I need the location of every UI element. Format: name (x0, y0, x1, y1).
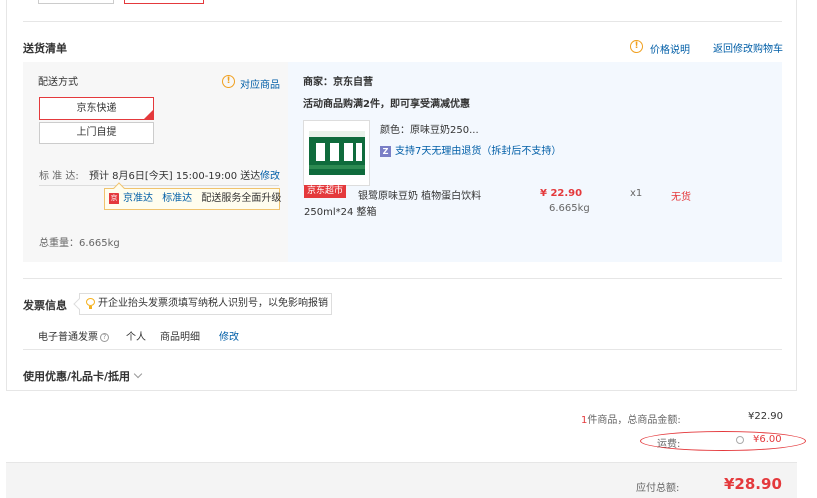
jd-supermarket-badge: 京东超市 (304, 185, 347, 198)
invoice-type: 电子普通发票? (38, 328, 109, 343)
jd-flag-icon: 京 (109, 192, 119, 204)
shipping-option-pickup[interactable]: 上门自提 (39, 122, 154, 144)
info-icon: ! (630, 40, 643, 53)
shipping-option-jd-express[interactable]: 京东快递 (39, 97, 154, 120)
return-policy-text: 支持7天无理由退货（拆封后不支持） (395, 146, 562, 157)
top-option-button[interactable] (38, 0, 114, 4)
delivery-upgrade-tip: 京京准达 标准达 配送服务全面升级 (104, 182, 282, 210)
coupon-toggle[interactable]: 使用优惠/礼品卡/抵用 (23, 368, 143, 384)
tip-brand-bzd[interactable]: 标准达 (162, 193, 192, 204)
eta-modify-link[interactable]: 修改 (260, 167, 280, 182)
goods-count: 1件商品，总商品金额: (581, 411, 681, 426)
shipping-panel (23, 62, 288, 262)
annotation-circle (640, 431, 806, 451)
product-weight: 6.665kg (549, 203, 590, 214)
shipping-option-label: 京东快递 (76, 103, 117, 114)
invoice-content: 商品明细 (160, 332, 200, 343)
delivery-eta: 预计 8月6日[今天] 15:00-19:00 送达 (89, 171, 261, 182)
divider (23, 21, 782, 22)
stock-status: 无货 (671, 192, 691, 203)
standard-label: 标 准 达: (39, 171, 79, 182)
product-color: 颜色：原味豆奶250... (380, 125, 479, 136)
invoice-title: 发票信息 (23, 299, 67, 312)
shipping-method-label: 配送方式 (38, 77, 78, 88)
tip-text: 配送服务全面升级 (201, 193, 282, 204)
divider (23, 278, 782, 279)
coupon-title: 使用优惠/礼品卡/抵用 (23, 370, 131, 383)
selected-corner-icon (144, 110, 153, 119)
product-name-line2[interactable]: 250ml*24 整箱 (304, 203, 377, 218)
goods-count-label: 件商品，总商品金额: (587, 415, 681, 426)
return-policy-icon: Z (380, 145, 391, 157)
chevron-down-icon (133, 369, 143, 379)
divider (23, 349, 782, 350)
product-quantity: x1 (630, 188, 643, 199)
divider (6, 390, 797, 391)
info-icon: ! (222, 75, 235, 88)
return-policy: Z 支持7天无理由退货（拆封后不支持） (380, 142, 561, 157)
lightbulb-icon (86, 297, 95, 309)
matching-products-link[interactable]: 对应商品 (240, 76, 280, 91)
promo-text: 活动商品购满2件，即可享受满减优惠 (303, 99, 470, 110)
help-icon[interactable]: ? (100, 332, 109, 342)
top-option-button-selected[interactable] (124, 0, 204, 4)
total-weight: 总重量：6.665kg (39, 238, 120, 249)
invoice-holder: 个人 (126, 332, 146, 343)
product-image[interactable] (303, 120, 370, 186)
shipping-option-label: 上门自提 (76, 127, 117, 138)
delivery-section-title: 送货清单 (23, 42, 67, 55)
invoice-type-label: 电子普通发票 (38, 332, 98, 343)
product-price: ¥ 22.90 (540, 188, 583, 199)
tip-brand-jzd[interactable]: 京准达 (123, 193, 153, 204)
invoice-modify-link[interactable]: 修改 (219, 328, 239, 343)
invoice-tip-text: 开企业抬头发票须填写纳税人识别号，以免影响报销 (98, 298, 328, 309)
merchant-name: 商家：京东自营 (303, 77, 373, 88)
payable-label: 应付总额: (636, 483, 680, 494)
invoice-tip: 开企业抬头发票须填写纳税人识别号，以免影响报销 (73, 293, 332, 315)
back-to-cart-link[interactable]: 返回修改购物车 (713, 40, 783, 55)
price-note-link[interactable]: 价格说明 (650, 41, 690, 56)
goods-total: ¥22.90 (748, 411, 783, 422)
product-name[interactable]: 银鹭原味豆奶 植物蛋白饮料 (358, 187, 481, 202)
divider (39, 185, 279, 186)
payable-total: ¥28.90 (724, 475, 782, 493)
